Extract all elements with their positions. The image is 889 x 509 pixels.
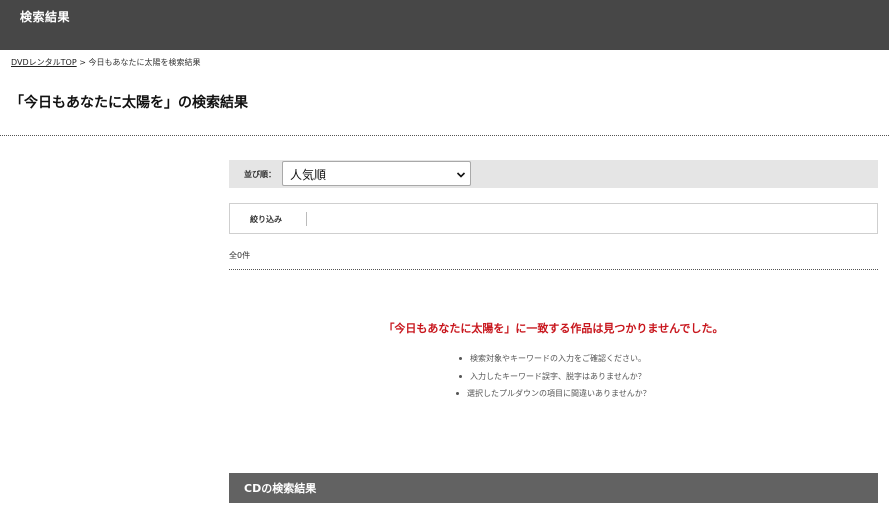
bullet-icon	[456, 392, 459, 395]
header-title: 検索結果	[20, 10, 71, 24]
top-header-bar: 検索結果	[0, 0, 889, 50]
title-divider	[0, 135, 889, 136]
bullet-icon	[459, 374, 462, 378]
tip-item: 検索対象やキーワードの入力をご確認ください。	[459, 353, 651, 371]
sort-selected-value: 人気順	[290, 168, 327, 182]
bullet-icon	[459, 357, 462, 360]
filter-label[interactable]: 絞り込み	[250, 214, 282, 225]
sort-select[interactable]: 人気順	[282, 161, 471, 186]
result-count: 全0件	[229, 251, 251, 260]
breadcrumb-current: 今日もあなたに太陽を検索結果	[88, 58, 201, 67]
filter-bar: 絞り込み	[229, 203, 878, 234]
no-results-tips: 検索対象やキーワードの入力をご確認ください。 入力したキーワード誤字、脱字はあり…	[456, 353, 651, 406]
tip-item: 選択したプルダウンの項目に間違いありませんか？	[456, 388, 651, 406]
breadcrumb-home-link[interactable]: DVDレンタルTOP	[11, 58, 77, 67]
no-results-message: 「今日もあなたに太陽を」に一致する作品は見つかりませんでした。	[383, 322, 724, 335]
cd-results-title: CDの検索結果	[244, 482, 317, 495]
tip-item: 入力したキーワード誤字、脱字はありませんか？	[459, 371, 651, 389]
chevron-down-icon	[456, 172, 466, 178]
breadcrumb: DVDレンタルTOP > 今日もあなたに太陽を検索結果	[11, 57, 200, 68]
sort-label: 並び順：	[244, 170, 276, 179]
sort-bar: 並び順： 人気順	[229, 160, 878, 188]
page-title: 「今日もあなたに太陽を」の検索結果	[10, 95, 248, 111]
result-count-divider	[229, 269, 878, 270]
cd-results-section-header: CDの検索結果	[229, 473, 878, 503]
breadcrumb-separator: >	[79, 58, 86, 67]
filter-separator	[306, 212, 307, 226]
